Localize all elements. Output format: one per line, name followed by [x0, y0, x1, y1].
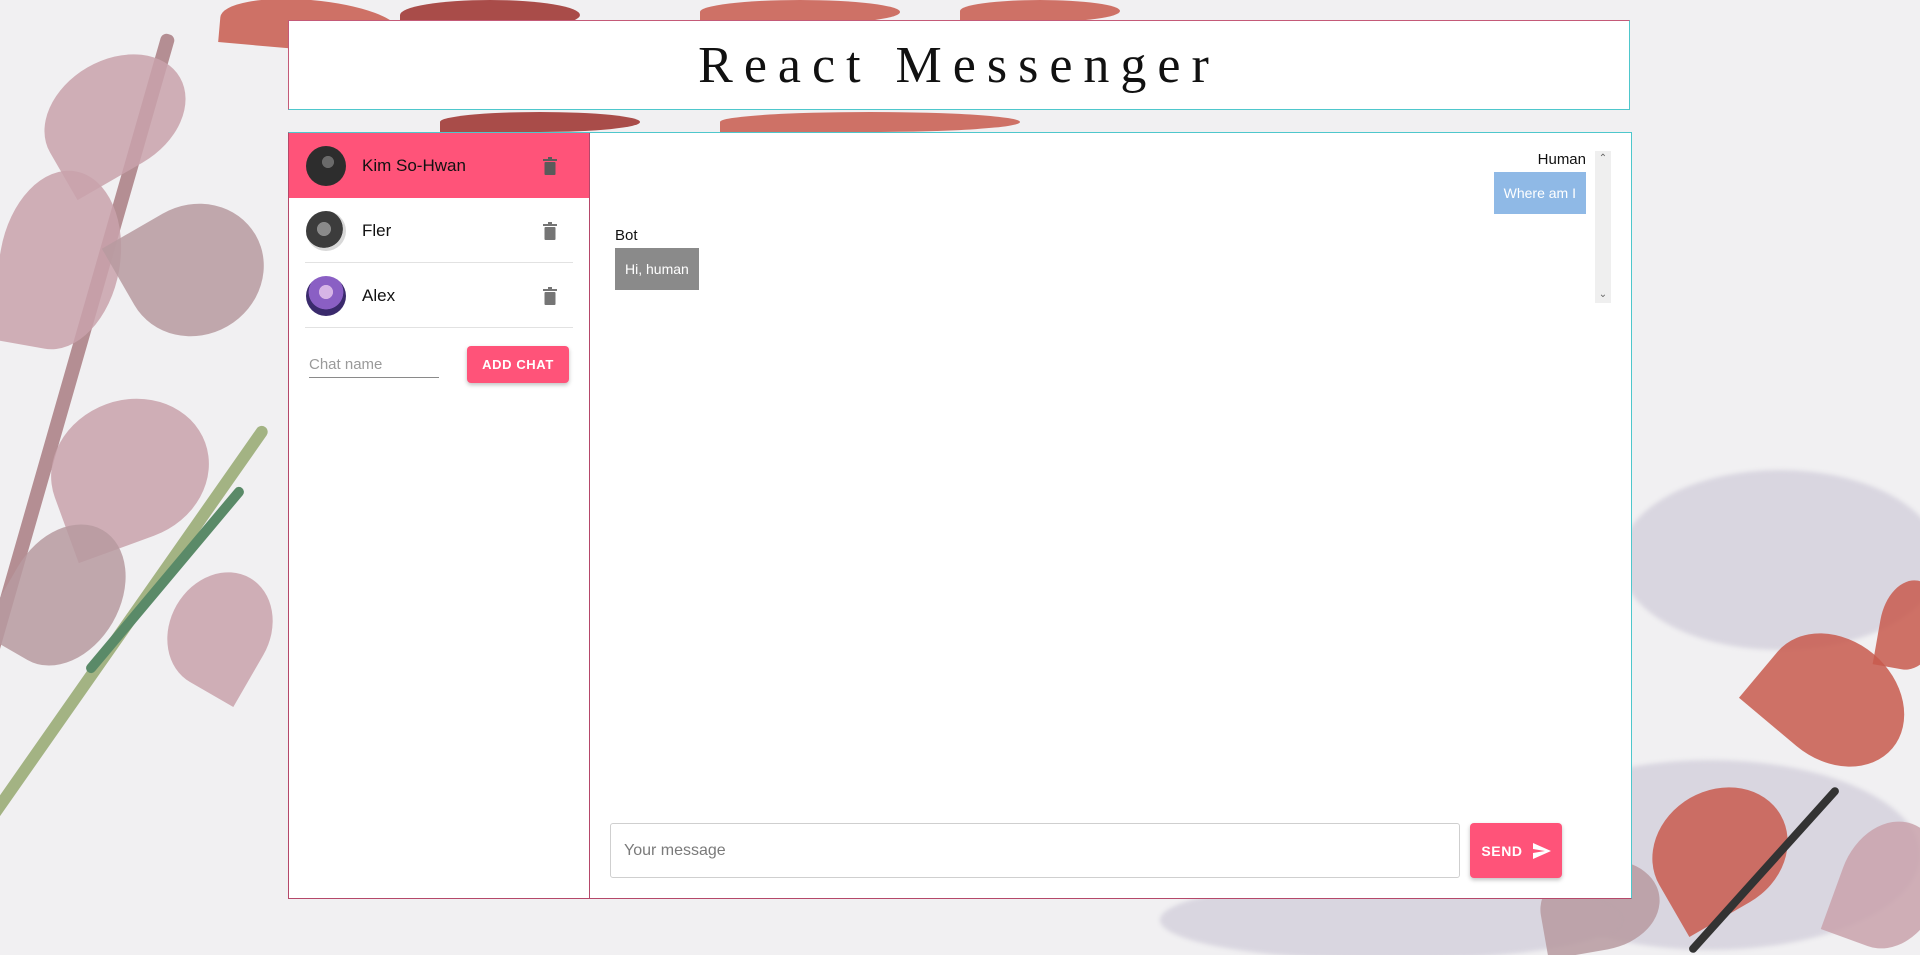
- avatar: [306, 210, 346, 251]
- send-button[interactable]: SEND: [1470, 823, 1562, 878]
- avatar: [306, 145, 346, 186]
- trash-icon: [543, 156, 557, 175]
- message-human: Human Where am I: [1493, 151, 1586, 214]
- add-chat-button[interactable]: ADD CHAT: [467, 346, 569, 383]
- message-author: Bot: [615, 227, 638, 244]
- trash-icon: [543, 286, 557, 305]
- chat-item-fler[interactable]: Fler: [289, 198, 589, 263]
- message-bubble: Where am I: [1493, 172, 1586, 214]
- avatar: [306, 275, 346, 316]
- page-title: React Messenger: [698, 36, 1220, 94]
- add-chat-form: ADD CHAT: [289, 328, 589, 383]
- message-composer: SEND: [610, 823, 1562, 878]
- trash-icon: [543, 221, 557, 240]
- chevron-down-icon[interactable]: ⌄: [1598, 290, 1608, 300]
- message-input[interactable]: [610, 823, 1460, 878]
- chat-list-sidebar: Kim So-Hwan Fler Alex ADD CHAT: [289, 133, 590, 898]
- chat-item-label: Alex: [362, 285, 396, 305]
- message-list: Human Where am I Bot Hi, human: [615, 151, 1611, 311]
- chat-item-label: Fler: [362, 220, 392, 240]
- messenger-app: Kim So-Hwan Fler Alex ADD CHAT: [288, 132, 1632, 899]
- message-bubble: Hi, human: [615, 248, 699, 290]
- app-header: React Messenger: [288, 20, 1630, 110]
- chat-name-input[interactable]: [309, 351, 439, 378]
- delete-chat-button[interactable]: [539, 220, 561, 242]
- delete-chat-button[interactable]: [539, 285, 561, 307]
- send-label: SEND: [1481, 842, 1523, 859]
- send-icon: [1532, 842, 1551, 859]
- message-scrollbar[interactable]: ⌃ ⌄: [1595, 151, 1611, 303]
- delete-chat-button[interactable]: [539, 155, 561, 177]
- chevron-up-icon[interactable]: ⌃: [1598, 154, 1608, 164]
- message-bot: Bot Hi, human: [615, 227, 699, 290]
- chat-item-label: Kim So-Hwan: [362, 155, 466, 175]
- chat-item-kim-so-hwan[interactable]: Kim So-Hwan: [289, 133, 589, 198]
- chat-item-alex[interactable]: Alex: [289, 263, 589, 328]
- chat-panel: Human Where am I Bot Hi, human ⌃ ⌄ SEND: [590, 133, 1631, 898]
- message-author: Human: [1537, 151, 1586, 168]
